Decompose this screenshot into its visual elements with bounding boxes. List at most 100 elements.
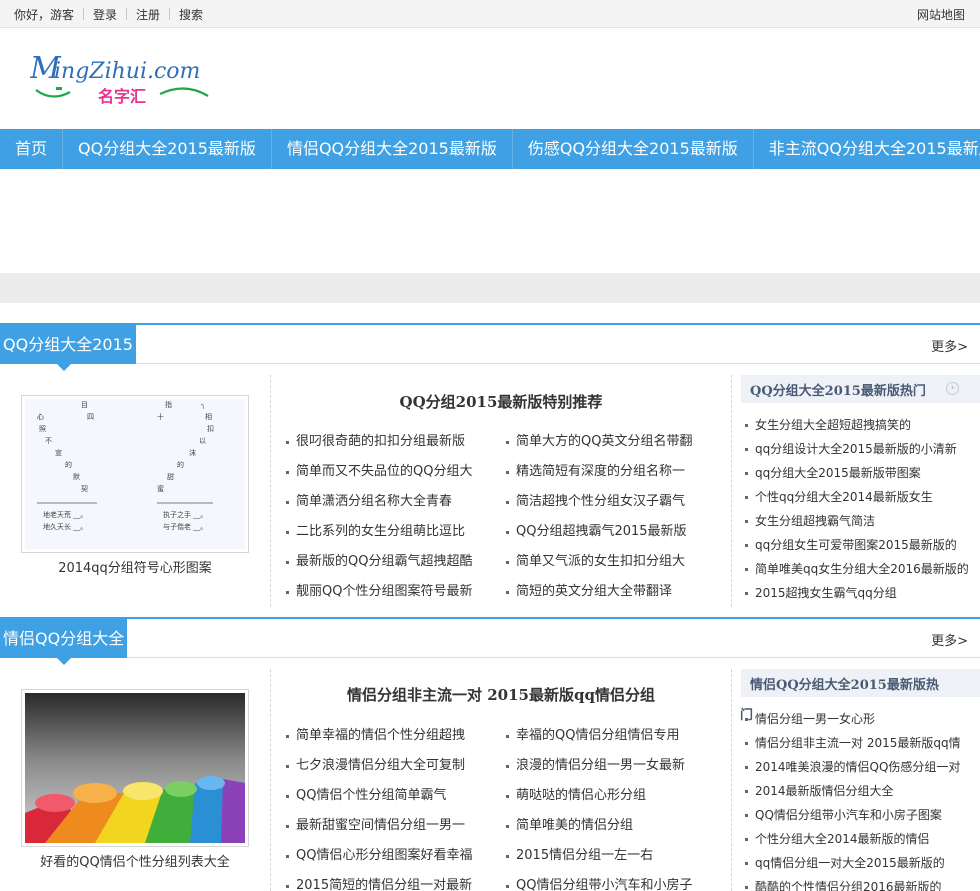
image-caption[interactable]: 2014qq分组符号心形图案 [0,557,270,576]
hot-list-item[interactable]: QQ情侣分组带小汽车和小房子图案 [745,803,980,827]
svg-text:照: 照 [39,425,46,433]
hot-list: 情侣分组一男一女心形 情侣分组非主流一对 2015最新版qq情 2014唯美浪漫… [745,707,980,891]
svg-text:的: 的 [177,460,184,469]
divider [169,8,171,20]
list-item[interactable]: 简单唯美的情侣分组 [506,811,726,841]
list-item[interactable]: 最新甜蜜空间情侣分组一男一 [286,811,506,841]
svg-text:目: 目 [81,401,88,409]
svg-text:甜: 甜 [167,472,174,481]
hot-list-item[interactable]: qq情侣分组一对大全2015最新版的 [745,851,980,875]
list-item[interactable]: 简单而又不失品位的QQ分组大 [286,457,506,487]
more-link[interactable]: 更多> [931,336,968,355]
recommend-title[interactable]: 情侣分组非主流一对 2015最新版qq情侣分组 [271,684,731,705]
list-item[interactable]: 2015情侣分组一左一右 [506,841,726,871]
hot-list-item[interactable]: 2014唯美浪漫的情侣QQ伤感分组一对 [745,755,980,779]
top-bar: 你好，游客 登录 注册 搜索 网站地图 [0,0,980,28]
heart-symbol-image: ╭ 目 心 四 照 不 宣 的 默 契 指 ╮ 十 相 扣 以 沫 的 甜 蜜 [25,399,245,549]
list-item[interactable]: 二比系列的女生分组萌比逗比 [286,517,506,547]
hot-box-header: QQ分组大全2015最新版热门 › [741,375,980,403]
arrow-right-icon[interactable]: › [946,382,959,395]
svg-text:沫: 沫 [189,448,196,457]
list-item[interactable]: 浪漫的情侣分组一男一女最新 [506,751,726,781]
section-title[interactable]: QQ分组大全2015 [0,325,136,364]
top-links: 你好，游客 登录 注册 搜索 [14,6,203,22]
more-link[interactable]: 更多> [931,630,968,649]
recommend-title[interactable]: QQ分组2015最新版特别推荐 [271,391,731,412]
hot-list-item[interactable]: qq分组大全2015最新版带图案 [745,461,980,485]
divider [126,8,128,20]
nav-home[interactable]: 首页 [0,129,64,169]
hot-box-title[interactable]: QQ分组大全2015最新版热门 [750,380,926,399]
hot-list-item[interactable]: 情侣分组一男一女心形 [745,707,980,731]
list-item[interactable]: QQ情侣分组带小汽车和小房子 [506,871,726,891]
column-divider [731,375,732,607]
list-item[interactable]: 很叼很奇葩的扣扣分组最新版 [286,427,506,457]
list-item[interactable]: 2015简短的情侣分组一对最新 [286,871,506,891]
nav-alt-groups[interactable]: 非主流QQ分组大全2015最新版 [754,129,980,169]
hot-list-item[interactable]: qq分组设计大全2015最新版的小清新 [745,437,980,461]
list-item[interactable]: 简洁超拽个性分组女汉子霸气 [506,487,726,517]
svg-text:的: 的 [65,460,72,469]
featured-image[interactable] [21,689,249,847]
svg-text:ingZihui.com: ingZihui.com [54,59,200,84]
hot-list-item[interactable]: 个性分组大全2014最新版的情侣 [745,827,980,851]
section-title[interactable]: 情侣QQ分组大全 [0,619,128,658]
site-logo[interactable]: M ingZihui.com 名字汇 [29,51,230,106]
list-item[interactable]: 简短的英文分组大全带翻译 [506,577,726,607]
hot-list-item[interactable]: qq分组女生可爱带图案2015最新版的 [745,533,980,557]
nav-qq-groups[interactable]: QQ分组大全2015最新版 [63,129,272,169]
list-item[interactable]: 幸福的QQ情侣分组情侣专用 [506,721,726,751]
list-item[interactable]: 靓丽QQ个性分组图案符号最新 [286,577,506,607]
logo-image: M ingZihui.com 名字汇 [29,51,209,106]
list-item[interactable]: 最新版的QQ分组霸气超拽超酷 [286,547,506,577]
hot-list-item[interactable]: 酷酷的个性情侣分组2016最新版的 [745,875,980,891]
hot-list-item[interactable]: 2015超拽女生霸气qq分组 [745,581,980,605]
section-header: QQ分组大全2015 更多> [0,323,980,371]
list-item[interactable]: QQ分组超拽霸气2015最新版 [506,517,726,547]
login-link[interactable]: 登录 [93,6,117,23]
nav-sad-groups[interactable]: 伤感QQ分组大全2015最新版 [513,129,754,169]
ad-band [0,273,980,303]
svg-text:地老天荒 __。: 地老天荒 __。 [43,510,87,519]
article-list-left: 很叼很奇葩的扣扣分组最新版 简单而又不失品位的QQ分组大 简单潇洒分组名称大全青… [286,427,506,607]
svg-text:以: 以 [199,437,206,445]
hot-list: 女生分组大全超短超拽搞笑的 qq分组设计大全2015最新版的小清新 qq分组大全… [745,413,980,605]
list-item[interactable]: QQ情侣心形分组图案好看幸福 [286,841,506,871]
hot-box-title[interactable]: 情侣QQ分组大全2015最新版热 [750,674,939,693]
svg-text:不: 不 [45,437,52,445]
list-item[interactable]: 简单又气派的女生扣扣分组大 [506,547,726,577]
svg-text:默: 默 [73,472,80,481]
title-pointer [57,364,71,371]
list-item[interactable]: 萌哒哒的情侣心形分组 [506,781,726,811]
list-item[interactable]: 简单幸福的情侣个性分组超拽 [286,721,506,751]
register-link[interactable]: 注册 [136,6,160,23]
hot-list-item[interactable]: 个性qq分组大全2014最新版女生 [745,485,980,509]
hot-list-item[interactable]: 女生分组超拽霸气简洁 [745,509,980,533]
hot-list-item[interactable]: 女生分组大全超短超拽搞笑的 [745,413,980,437]
svg-text:蜜: 蜜 [157,484,164,493]
list-item[interactable]: 简单大方的QQ英文分组名带翻 [506,427,726,457]
svg-text:四: 四 [87,413,94,421]
svg-text:╮: ╮ [201,401,205,409]
hot-box-header: 情侣QQ分组大全2015最新版热 [741,669,980,697]
column-divider [731,669,732,891]
article-list-left: 简单幸福的情侣个性分组超拽 七夕浪漫情侣分组大全可复制 QQ情侣个性分组简单霸气… [286,721,506,891]
logo-cn-text: 名字汇 [98,87,146,106]
nav-couple-groups[interactable]: 情侣QQ分组大全2015最新版 [272,129,513,169]
divider [83,8,85,20]
list-item[interactable]: 七夕浪漫情侣分组大全可复制 [286,751,506,781]
greeting-text: 你好，游客 [14,7,75,22]
search-link[interactable]: 搜索 [179,6,203,23]
image-caption[interactable]: 好看的QQ情侣个性分组列表大全 [0,851,270,870]
hot-list-item[interactable]: 简单唯美qq女生分组大全2016最新版的 [745,557,980,581]
sitemap-link[interactable]: 网站地图 [917,6,965,23]
list-item[interactable]: 精选简短有深度的分组名称一 [506,457,726,487]
list-item[interactable]: QQ情侣个性分组简单霸气 [286,781,506,811]
hot-list-item[interactable]: 2014最新版情侣分组大全 [745,779,980,803]
svg-text:十: 十 [157,412,164,421]
main-nav: 首页 QQ分组大全2015最新版 情侣QQ分组大全2015最新版 伤感QQ分组大… [0,129,980,169]
hot-list-item[interactable]: 情侣分组非主流一对 2015最新版qq情 [745,731,980,755]
list-item[interactable]: 简单潇洒分组名称大全青春 [286,487,506,517]
crayons-photo [25,693,245,843]
featured-image[interactable]: ╭ 目 心 四 照 不 宣 的 默 契 指 ╮ 十 相 扣 以 沫 的 甜 蜜 [21,395,249,553]
